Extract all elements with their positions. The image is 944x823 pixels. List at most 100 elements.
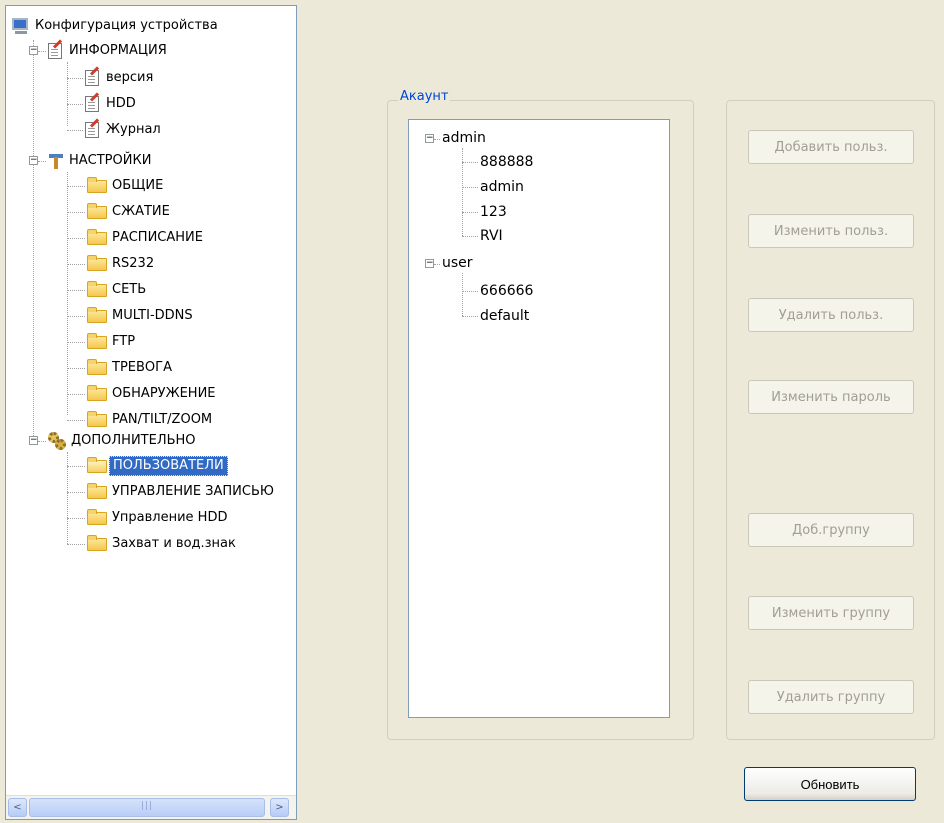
device-config-tree[interactable]: Конфигурация устройства − ИНФОРМАЦИЯ вер… <box>5 5 297 820</box>
horizontal-scrollbar[interactable]: < ||| > <box>6 795 296 819</box>
tree-group-advanced[interactable]: ДОПОЛНИТЕЛЬНО <box>48 431 199 451</box>
tree-item-compression[interactable]: СЖАТИЕ <box>87 202 173 222</box>
tree-item-label: MULTI-DDNS <box>112 308 193 323</box>
tree-item-label: RS232 <box>112 256 155 271</box>
tree-item-hdd[interactable]: HDD <box>85 94 139 114</box>
tree-item-ftp[interactable]: FTP <box>87 332 138 352</box>
add-user-button[interactable]: Добавить польз. <box>748 130 914 164</box>
account-group-user[interactable]: user <box>442 253 473 273</box>
collapse-icon[interactable]: − <box>425 134 434 143</box>
delete-user-button[interactable]: Удалить польз. <box>748 298 914 332</box>
collapse-icon[interactable]: − <box>29 436 38 445</box>
tree-item-label: ТРЕВОГА <box>112 360 172 375</box>
account-user-label: 666666 <box>480 283 534 299</box>
tree-item-users[interactable]: ПОЛЬЗОВАТЕЛИ <box>87 456 228 476</box>
account-group-admin[interactable]: admin <box>442 128 486 148</box>
tree-item-label: Журнал <box>106 122 161 137</box>
folder-icon <box>87 535 107 551</box>
folder-icon <box>87 411 107 427</box>
folder-icon <box>87 177 107 193</box>
collapse-icon[interactable]: − <box>29 156 38 165</box>
folder-icon <box>87 483 107 499</box>
account-group-label: admin <box>442 130 486 146</box>
delete-group-button[interactable]: Удалить группу <box>748 680 914 714</box>
tree-group-label: НАСТРОЙКИ <box>69 153 152 168</box>
tree-item-label: ОБЩИЕ <box>112 178 164 193</box>
gears-icon <box>48 432 66 450</box>
account-user[interactable]: 666666 <box>480 281 533 301</box>
folder-icon <box>87 359 107 375</box>
tree-item-network[interactable]: СЕТЬ <box>87 280 149 300</box>
account-tree[interactable]: − admin 888888 admin 123 RVI − user 6666… <box>408 119 670 718</box>
computer-icon <box>12 18 28 34</box>
tree-item-general[interactable]: ОБЩИЕ <box>87 176 166 196</box>
tree-item-label: СЕТЬ <box>112 282 147 297</box>
edit-document-icon <box>48 43 62 59</box>
tree-item-label: СЖАТИЕ <box>112 204 170 219</box>
tree-item-detection[interactable]: ОБНАРУЖЕНИЕ <box>87 384 219 404</box>
folder-icon <box>87 203 107 219</box>
account-user-label: admin <box>480 179 524 195</box>
collapse-icon[interactable]: − <box>29 46 38 55</box>
tree-root[interactable]: Конфигурация устройства <box>12 16 221 36</box>
change-password-button[interactable]: Изменить пароль <box>748 380 914 414</box>
edit-user-button[interactable]: Изменить польз. <box>748 214 914 248</box>
account-user[interactable]: default <box>480 306 529 326</box>
folder-icon <box>87 229 107 245</box>
tree-item-ptz[interactable]: PAN/TILT/ZOOM <box>87 410 215 430</box>
tree-item-multi-ddns[interactable]: MULTI-DDNS <box>87 306 196 326</box>
account-user-label: 888888 <box>480 154 534 170</box>
tree-item-rs232[interactable]: RS232 <box>87 254 157 274</box>
tree-root-label: Конфигурация устройства <box>35 18 218 33</box>
tree-item-journal[interactable]: Журнал <box>85 120 164 140</box>
tree-item-label: PAN/TILT/ZOOM <box>112 412 213 427</box>
tree-group-label: ИНФОРМАЦИЯ <box>69 43 167 58</box>
tree-item-label: Захват и вод.знак <box>112 536 236 551</box>
tree-group-information[interactable]: ИНФОРМАЦИЯ <box>48 41 170 61</box>
account-user-label: 123 <box>480 204 507 220</box>
scroll-left-icon[interactable]: < <box>8 798 27 817</box>
open-folder-icon <box>87 457 107 473</box>
folder-icon <box>87 385 107 401</box>
tree-item-alarm[interactable]: ТРЕВОГА <box>87 358 175 378</box>
tree-content: Конфигурация устройства − ИНФОРМАЦИЯ вер… <box>6 6 296 796</box>
folder-icon <box>87 307 107 323</box>
add-group-button[interactable]: Доб.группу <box>748 513 914 547</box>
collapse-icon[interactable]: − <box>425 259 434 268</box>
edit-document-icon <box>85 96 99 112</box>
tree-guide-line <box>33 40 34 440</box>
account-user[interactable]: RVI <box>480 226 503 246</box>
tree-group-settings[interactable]: НАСТРОЙКИ <box>48 151 154 171</box>
tree-item-capture-watermark[interactable]: Захват и вод.знак <box>87 534 239 554</box>
account-groupbox-title: Акаунт <box>398 89 451 105</box>
tree-item-hdd-management[interactable]: Управление HDD <box>87 508 230 528</box>
account-user-label: RVI <box>480 228 503 244</box>
tree-item-label: FTP <box>112 334 136 349</box>
account-user[interactable]: 123 <box>480 202 507 222</box>
tree-item-label: РАСПИСАНИЕ <box>112 230 203 245</box>
folder-icon <box>87 255 107 271</box>
account-user[interactable]: 888888 <box>480 152 533 172</box>
tree-item-label: ОБНАРУЖЕНИЕ <box>112 386 216 401</box>
account-user-label: default <box>480 308 530 324</box>
edit-document-icon <box>85 122 99 138</box>
tree-item-label: HDD <box>106 96 136 111</box>
tree-item-schedule[interactable]: РАСПИСАНИЕ <box>87 228 206 248</box>
tree-item-record-control[interactable]: УПРАВЛЕНИЕ ЗАПИСЬЮ <box>87 482 277 502</box>
account-group-label: user <box>442 255 473 271</box>
account-user[interactable]: admin <box>480 177 524 197</box>
tree-item-label: УПРАВЛЕНИЕ ЗАПИСЬЮ <box>112 484 274 499</box>
user-actions-groupbox <box>726 100 935 740</box>
refresh-button[interactable]: Обновить <box>744 767 916 801</box>
scroll-right-icon[interactable]: > <box>270 798 289 817</box>
scrollbar-thumb[interactable]: ||| <box>29 798 265 817</box>
folder-icon <box>87 333 107 349</box>
tree-item-label: ПОЛЬЗОВАТЕЛИ <box>109 456 228 476</box>
tree-item-version[interactable]: версия <box>85 68 156 88</box>
folder-icon <box>87 509 107 525</box>
tools-icon <box>48 153 64 169</box>
tree-item-label: Управление HDD <box>112 510 228 525</box>
edit-group-button[interactable]: Изменить группу <box>748 596 914 630</box>
folder-icon <box>87 281 107 297</box>
edit-document-icon <box>85 70 99 86</box>
